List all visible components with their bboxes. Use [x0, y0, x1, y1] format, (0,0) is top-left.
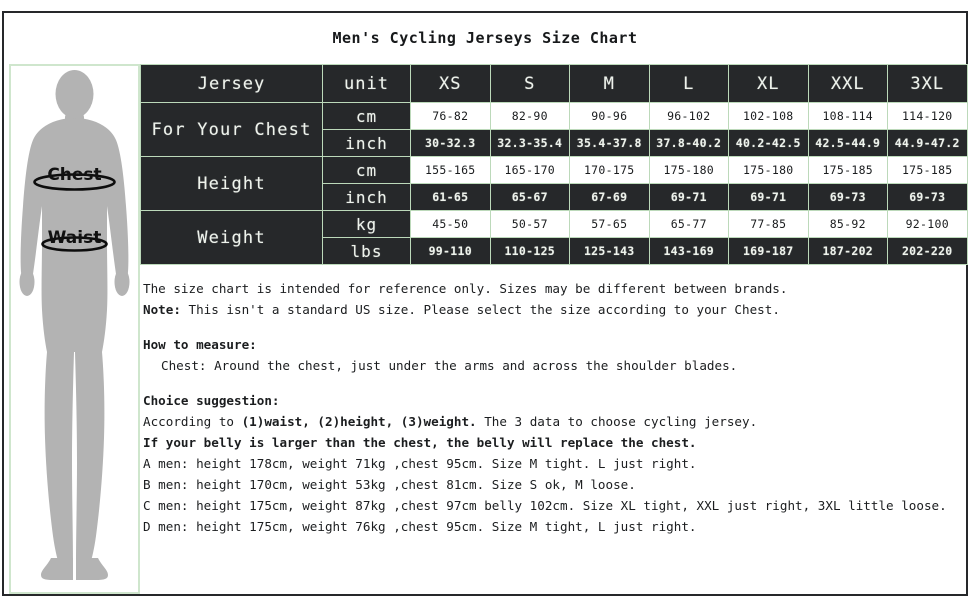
- body-measurement-figure: Chest Waist: [9, 64, 140, 594]
- value-cell: 77-85: [728, 210, 809, 238]
- note-label: Note:: [143, 302, 181, 317]
- value-cell: 69-71: [648, 183, 729, 211]
- how-to-measure-heading: How to measure:: [143, 337, 257, 352]
- value-cell: 65-77: [648, 210, 729, 238]
- value-cell: 69-71: [728, 183, 809, 211]
- unit-cell: cm: [322, 102, 411, 130]
- value-cell: 50-57: [489, 210, 570, 238]
- chest-label: Chest: [47, 165, 101, 185]
- choice-suggestion-heading: Choice suggestion:: [143, 393, 280, 408]
- value-cell: 40.2-42.5: [728, 129, 809, 157]
- unit-cell: lbs: [322, 237, 411, 265]
- value-cell: 96-102: [648, 102, 729, 130]
- value-cell: 175-180: [648, 156, 729, 184]
- value-cell: 102-108: [728, 102, 809, 130]
- how-to-measure-body: Chest: Around the chest, just under the …: [161, 358, 738, 373]
- choice-suggestion-line: According to (1)waist, (2)height, (3)wei…: [143, 411, 963, 432]
- value-cell: 85-92: [807, 210, 888, 238]
- value-cell: 76-82: [410, 102, 491, 130]
- row-group-label: Weight: [140, 210, 323, 265]
- waist-label: Waist: [48, 228, 102, 248]
- notes-section: The size chart is intended for reference…: [143, 278, 963, 537]
- belly-line: If your belly is larger than the chest, …: [143, 435, 697, 450]
- choice-suffix: The 3 data to choose cycling jersey.: [476, 414, 758, 429]
- table-row: For Your Chest cm 76-82 82-90 90-96 96-102 102…: [140, 102, 968, 157]
- value-cell: 169-187: [728, 237, 809, 265]
- note-line: Note: This isn't a standard US size. Ple…: [143, 299, 963, 320]
- row-group-label: For Your Chest: [140, 102, 323, 157]
- value-cell: 90-96: [569, 102, 650, 130]
- page-title: Men's Cycling Jerseys Size Chart: [332, 29, 638, 47]
- value-cell: 110-125: [489, 237, 570, 265]
- size-chart-page: Men's Cycling Jerseys Size Chart Chest W…: [0, 0, 970, 600]
- value-cell: 82-90: [489, 102, 570, 130]
- table-header-row: Jersey unit XS S M L XL XXL 3XL: [140, 64, 968, 103]
- value-cell: 155-165: [410, 156, 491, 184]
- value-cell: 114-120: [887, 102, 968, 130]
- note-body: This isn't a standard US size. Please se…: [180, 302, 780, 317]
- table-row: Height cm 155-165 165-170 170-175 175-180 175-…: [140, 156, 968, 211]
- value-cell: 99-110: [410, 237, 491, 265]
- male-silhouette-icon: Chest Waist: [19, 70, 130, 580]
- value-cell: 30-32.3: [410, 129, 491, 157]
- example-line: D men: height 175cm, weight 76kg ,chest …: [143, 519, 697, 534]
- value-cell: 57-65: [569, 210, 650, 238]
- value-cell: 32.3-35.4: [489, 129, 570, 157]
- value-cell: 45-50: [410, 210, 491, 238]
- value-cell: 170-175: [569, 156, 650, 184]
- header-cell-size-s: S: [489, 64, 570, 103]
- header-cell-unit: unit: [322, 64, 411, 103]
- table-row: Weight kg 45-50 50-57 57-65 65-77 77-85 85-92 92…: [140, 210, 968, 265]
- unit-cell: kg: [322, 210, 411, 238]
- unit-cell: inch: [322, 183, 411, 211]
- examples-list: A men: height 178cm, weight 71kg ,chest …: [143, 453, 963, 537]
- title-bar: Men's Cycling Jerseys Size Chart: [4, 13, 966, 63]
- header-cell-size-m: M: [569, 64, 650, 103]
- value-cell: 175-185: [887, 156, 968, 184]
- unit-cell: inch: [322, 129, 411, 157]
- value-cell: 69-73: [887, 183, 968, 211]
- value-cell: 187-202: [807, 237, 888, 265]
- value-cell: 125-143: [569, 237, 650, 265]
- example-line: B men: height 170cm, weight 53kg ,chest …: [143, 477, 636, 492]
- header-cell-size-xl: XL: [728, 64, 809, 103]
- value-cell: 42.5-44.9: [807, 129, 888, 157]
- example-line: A men: height 178cm, weight 71kg ,chest …: [143, 456, 697, 471]
- row-group-label: Height: [140, 156, 323, 211]
- value-cell: 92-100: [887, 210, 968, 238]
- value-cell: 165-170: [489, 156, 570, 184]
- value-cell: 61-65: [410, 183, 491, 211]
- unit-cell: cm: [322, 156, 411, 184]
- header-cell-size-xs: XS: [410, 64, 491, 103]
- value-cell: 67-69: [569, 183, 650, 211]
- value-cell: 202-220: [887, 237, 968, 265]
- choice-prefix: According to: [143, 414, 242, 429]
- value-cell: 69-73: [807, 183, 888, 211]
- value-cell: 37.8-40.2: [648, 129, 729, 157]
- value-cell: 35.4-37.8: [569, 129, 650, 157]
- value-cell: 44.9-47.2: [887, 129, 968, 157]
- value-cell: 65-67: [489, 183, 570, 211]
- value-cell: 108-114: [807, 102, 888, 130]
- header-cell-size-xxl: XXL: [807, 64, 888, 103]
- size-chart-table: Jersey unit XS S M L XL XXL 3XL For Your Chest cm 7…: [140, 64, 968, 265]
- header-cell-size-3xl: 3XL: [887, 64, 968, 103]
- header-cell-category: Jersey: [140, 64, 323, 103]
- value-cell: 175-185: [807, 156, 888, 184]
- choice-bold: (1)waist, (2)height, (3)weight.: [241, 414, 477, 429]
- disclaimer-line: The size chart is intended for reference…: [143, 281, 788, 296]
- value-cell: 143-169: [648, 237, 729, 265]
- header-cell-size-l: L: [648, 64, 729, 103]
- value-cell: 175-180: [728, 156, 809, 184]
- example-line: C men: height 175cm, weight 87kg ,chest …: [143, 498, 947, 513]
